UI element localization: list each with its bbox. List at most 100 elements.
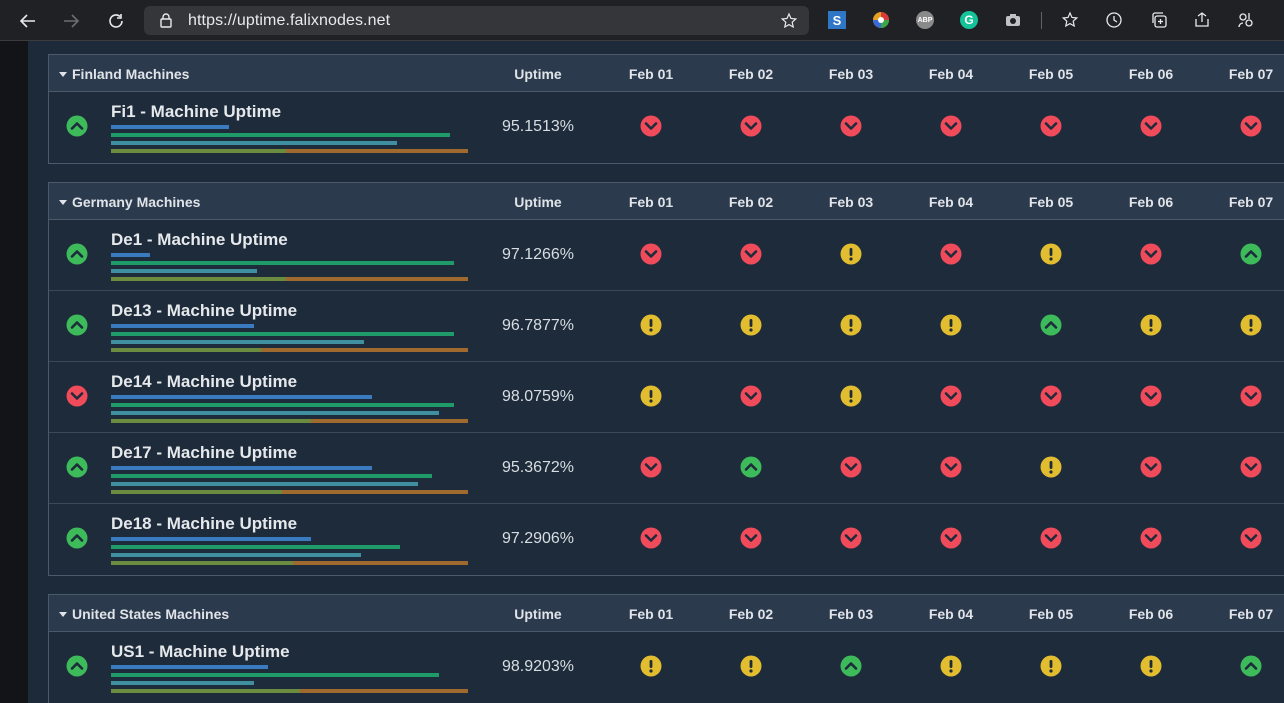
machine-row[interactable]: Fi1 - Machine Uptime 95.1513% bbox=[49, 92, 1284, 163]
day-status[interactable] bbox=[640, 385, 662, 407]
address-bar[interactable]: https://uptime.falixnodes.net bbox=[144, 6, 809, 35]
uptime-bar-issue bbox=[293, 561, 468, 565]
machine-row[interactable]: De1 - Machine Uptime 97.1266% bbox=[49, 220, 1284, 291]
profile-button[interactable] bbox=[1237, 11, 1255, 29]
uptime-bar bbox=[111, 482, 418, 486]
day-status[interactable] bbox=[1040, 385, 1062, 407]
error-icon bbox=[640, 456, 662, 478]
machine-row[interactable]: De17 - Machine Uptime 95.3672% bbox=[49, 433, 1284, 504]
machine-row[interactable]: US1 - Machine Uptime 98.9203% bbox=[49, 632, 1284, 703]
day-status[interactable] bbox=[740, 314, 762, 336]
refresh-button[interactable] bbox=[103, 8, 129, 34]
machine-row[interactable]: De13 - Machine Uptime 96.7877% bbox=[49, 291, 1284, 362]
day-status[interactable] bbox=[1240, 385, 1262, 407]
day-status[interactable] bbox=[1140, 527, 1162, 549]
day-status[interactable] bbox=[840, 314, 862, 336]
day-status[interactable] bbox=[1040, 115, 1062, 137]
error-icon bbox=[840, 456, 862, 478]
day-status[interactable] bbox=[940, 456, 962, 478]
day-status[interactable] bbox=[740, 456, 762, 478]
group-title[interactable]: Germany Machines bbox=[59, 194, 200, 210]
day-status[interactable] bbox=[740, 655, 762, 677]
group-title[interactable]: Finland Machines bbox=[59, 66, 189, 82]
error-icon bbox=[640, 243, 662, 265]
day-status[interactable] bbox=[1040, 456, 1062, 478]
day-status[interactable] bbox=[1040, 527, 1062, 549]
machine-name[interactable]: De18 - Machine Uptime bbox=[111, 514, 297, 534]
error-icon bbox=[1240, 385, 1262, 407]
day-status[interactable] bbox=[1140, 456, 1162, 478]
machine-name[interactable]: De14 - Machine Uptime bbox=[111, 372, 297, 392]
day-status[interactable] bbox=[940, 115, 962, 137]
day-status[interactable] bbox=[1140, 655, 1162, 677]
day-status[interactable] bbox=[840, 385, 862, 407]
group-title[interactable]: United States Machines bbox=[59, 606, 229, 622]
day-status[interactable] bbox=[1240, 115, 1262, 137]
status-up-icon bbox=[66, 456, 88, 478]
favorites-button[interactable] bbox=[1061, 11, 1079, 29]
day-status[interactable] bbox=[740, 385, 762, 407]
day-status[interactable] bbox=[640, 456, 662, 478]
day-column-header: Feb 07 bbox=[1228, 606, 1274, 622]
uptime-bar bbox=[111, 340, 364, 344]
day-status[interactable] bbox=[740, 527, 762, 549]
day-status[interactable] bbox=[1240, 655, 1262, 677]
day-status[interactable] bbox=[840, 243, 862, 265]
day-status[interactable] bbox=[640, 527, 662, 549]
day-status[interactable] bbox=[1140, 243, 1162, 265]
color-wheel-extension-icon[interactable] bbox=[872, 11, 890, 29]
day-status[interactable] bbox=[640, 655, 662, 677]
day-status[interactable] bbox=[1040, 314, 1062, 336]
forward-button[interactable] bbox=[58, 8, 84, 34]
grammarly-extension-icon[interactable]: G bbox=[960, 11, 978, 29]
day-status[interactable] bbox=[1240, 527, 1262, 549]
history-button[interactable] bbox=[1105, 11, 1123, 29]
day-status[interactable] bbox=[940, 314, 962, 336]
day-status[interactable] bbox=[940, 527, 962, 549]
machine-row[interactable]: De14 - Machine Uptime 98.0759% bbox=[49, 362, 1284, 433]
group-name: United States Machines bbox=[72, 606, 230, 622]
machine-name[interactable]: De13 - Machine Uptime bbox=[111, 301, 297, 321]
day-status[interactable] bbox=[640, 243, 662, 265]
back-button[interactable] bbox=[15, 8, 41, 34]
day-status[interactable] bbox=[1240, 314, 1262, 336]
day-status[interactable] bbox=[640, 115, 662, 137]
day-status[interactable] bbox=[1240, 243, 1262, 265]
day-status[interactable] bbox=[940, 385, 962, 407]
day-status[interactable] bbox=[940, 655, 962, 677]
day-status[interactable] bbox=[1140, 385, 1162, 407]
group-header[interactable]: Finland Machines Uptime Feb 01 Feb 02 Feb 03… bbox=[49, 55, 1284, 92]
extension-s-icon[interactable]: S bbox=[828, 11, 846, 29]
day-status[interactable] bbox=[1240, 456, 1262, 478]
day-status[interactable] bbox=[1040, 243, 1062, 265]
day-status[interactable] bbox=[940, 243, 962, 265]
day-status[interactable] bbox=[1040, 655, 1062, 677]
day-column-header: Feb 04 bbox=[928, 66, 974, 82]
day-status[interactable] bbox=[1140, 115, 1162, 137]
day-status[interactable] bbox=[840, 456, 862, 478]
group-header[interactable]: Germany Machines Uptime Feb 01 Feb 02 Feb 03… bbox=[49, 183, 1284, 220]
day-status[interactable] bbox=[840, 527, 862, 549]
day-status[interactable] bbox=[640, 314, 662, 336]
share-button[interactable] bbox=[1193, 11, 1211, 29]
machine-name[interactable]: Fi1 - Machine Uptime bbox=[111, 102, 281, 122]
collections-button[interactable] bbox=[1150, 11, 1168, 29]
day-status[interactable] bbox=[740, 243, 762, 265]
day-status[interactable] bbox=[840, 655, 862, 677]
adblock-extension-icon[interactable]: ABP bbox=[916, 11, 934, 29]
machine-status bbox=[66, 655, 88, 677]
machine-name[interactable]: De1 - Machine Uptime bbox=[111, 230, 288, 250]
camera-extension-icon[interactable] bbox=[1004, 11, 1022, 29]
add-favorite-icon[interactable] bbox=[780, 12, 798, 30]
machine-name[interactable]: US1 - Machine Uptime bbox=[111, 642, 290, 662]
day-status[interactable] bbox=[840, 115, 862, 137]
day-status[interactable] bbox=[1140, 314, 1162, 336]
error-icon bbox=[840, 527, 862, 549]
group-header[interactable]: United States Machines Uptime Feb 01 Feb 02… bbox=[49, 595, 1284, 632]
collections-icon bbox=[1152, 12, 1167, 28]
arrow-left-icon bbox=[19, 14, 35, 28]
machine-name[interactable]: De17 - Machine Uptime bbox=[111, 443, 297, 463]
day-status[interactable] bbox=[740, 115, 762, 137]
machine-row[interactable]: De18 - Machine Uptime 97.2906% bbox=[49, 504, 1284, 575]
uptime-percentage: 97.1266% bbox=[501, 246, 575, 263]
